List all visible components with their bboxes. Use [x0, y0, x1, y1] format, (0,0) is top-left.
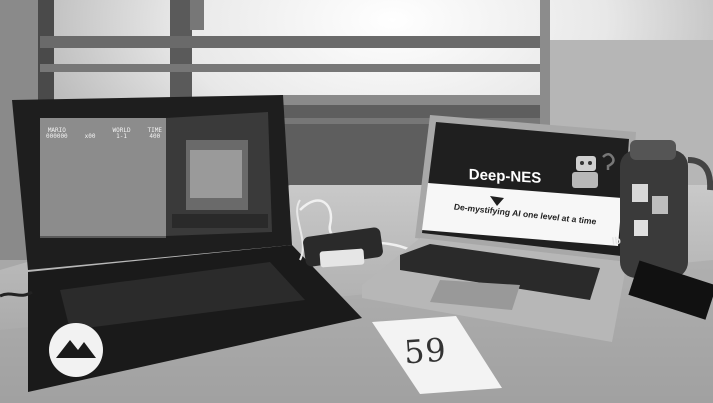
hud-coins: x00: [84, 133, 96, 140]
workspace-photo: MARIO 000000 x00 WORLD 1-1 TIME 400 Deep…: [0, 0, 713, 403]
hud-player: MARIO 000000: [46, 128, 68, 140]
game-screen: MARIO 000000 x00 WORLD 1-1 TIME 400: [40, 118, 166, 236]
phone: [319, 248, 365, 268]
hud-world: WORLD 1-1: [113, 128, 131, 140]
bottle-label: lb: [611, 235, 622, 248]
robot-icon: [576, 156, 596, 171]
hud-time-value: 400: [149, 133, 161, 140]
railing-top: [40, 36, 540, 48]
desk-note-text: 59: [402, 330, 448, 372]
hud-score: 000000: [46, 133, 68, 140]
hud-world-value: 1-1: [116, 133, 127, 140]
hud-time: TIME 400: [148, 128, 162, 140]
game-hud: MARIO 000000 x00 WORLD 1-1 TIME 400: [46, 128, 162, 140]
